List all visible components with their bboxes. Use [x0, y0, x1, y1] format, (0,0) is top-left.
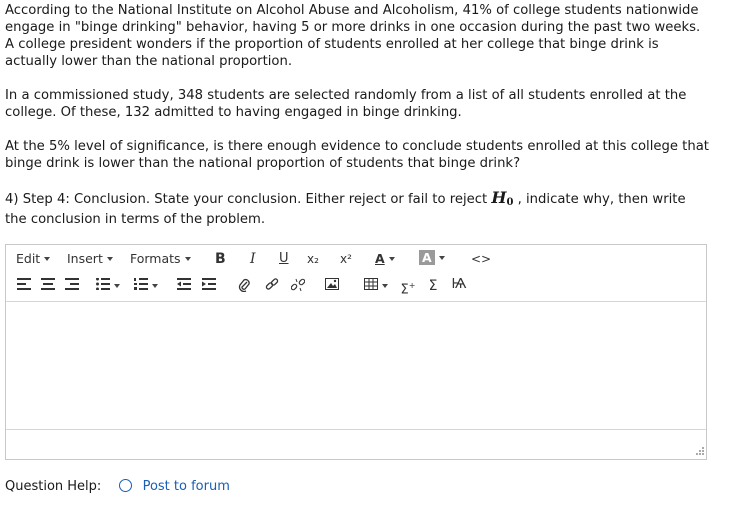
underline-button[interactable]: U [279, 251, 289, 267]
edit-menu[interactable]: Edit [16, 251, 51, 267]
chevron-down-icon [382, 284, 388, 288]
question-paragraph-4: 4) Step 4: Conclusion. State your conclu… [5, 189, 710, 228]
italic-button[interactable]: I [250, 251, 256, 267]
edit-menu-label: Edit [16, 251, 41, 266]
attach-icon[interactable] [236, 278, 252, 294]
background-color-icon: A [419, 250, 435, 265]
numbered-list-icon[interactable] [131, 278, 161, 294]
bullet-list-icon[interactable] [93, 277, 123, 294]
insert-menu[interactable]: Insert [67, 251, 113, 267]
background-color-button[interactable]: A [419, 250, 445, 266]
align-right-icon[interactable] [64, 278, 80, 294]
h0-letter: H [491, 188, 507, 207]
source-code-button[interactable]: <> [471, 251, 491, 267]
chevron-down-icon [184, 257, 191, 261]
post-to-forum-link[interactable]: Post to forum [143, 479, 230, 494]
chevron-down-icon [438, 256, 445, 260]
question-help-label: Question Help: [5, 479, 102, 494]
editor-toolbar: Edit Insert Formats B I U x₂ x² A A <> Σ… [6, 245, 706, 302]
sum-plus-icon[interactable]: Σ+ [400, 278, 416, 297]
resize-handle-icon[interactable] [694, 447, 704, 457]
editor-statusbar [6, 430, 706, 459]
sigma-icon[interactable]: Σ [426, 278, 440, 294]
align-left-icon[interactable] [16, 278, 32, 294]
rich-text-editor: Edit Insert Formats B I U x₂ x² A A <> Σ… [5, 244, 707, 460]
question-paragraph-1: According to the National Institute on A… [5, 3, 701, 69]
formats-menu[interactable]: Formats [130, 251, 191, 267]
chevron-down-icon [388, 257, 395, 261]
null-hypothesis-symbol: H0 [491, 188, 513, 208]
chevron-down-icon [152, 284, 158, 288]
indent-icon[interactable] [201, 278, 217, 294]
table-icon[interactable] [361, 278, 391, 294]
link-icon[interactable] [264, 278, 280, 294]
question-paragraph-2: In a commissioned study, 348 students ar… [5, 88, 687, 120]
unlink-icon[interactable] [290, 278, 306, 294]
outdent-icon[interactable] [176, 278, 192, 294]
chevron-down-icon [44, 257, 51, 261]
subscript-button[interactable]: x₂ [307, 251, 319, 267]
formats-menu-label: Formats [130, 251, 181, 266]
bold-button[interactable]: B [215, 251, 226, 267]
superscript-button[interactable]: x² [340, 251, 352, 267]
font-color-icon: A [375, 251, 385, 266]
chevron-down-icon [106, 257, 113, 261]
chevron-down-icon [114, 284, 120, 288]
step-4-prompt-start: 4) Step 4: Conclusion. State your conclu… [5, 192, 492, 207]
special-char-icon[interactable]: Ѩ [450, 277, 468, 293]
question-paragraph-3: At the 5% level of significance, is ther… [5, 139, 709, 171]
question-help: Question Help: Post to forum [5, 479, 230, 495]
image-icon[interactable] [324, 278, 340, 294]
font-color-button[interactable]: A [375, 251, 395, 267]
editor-content-area[interactable] [6, 302, 706, 430]
insert-menu-label: Insert [67, 251, 103, 266]
align-center-icon[interactable] [40, 278, 56, 294]
speech-bubble-icon [119, 479, 133, 492]
